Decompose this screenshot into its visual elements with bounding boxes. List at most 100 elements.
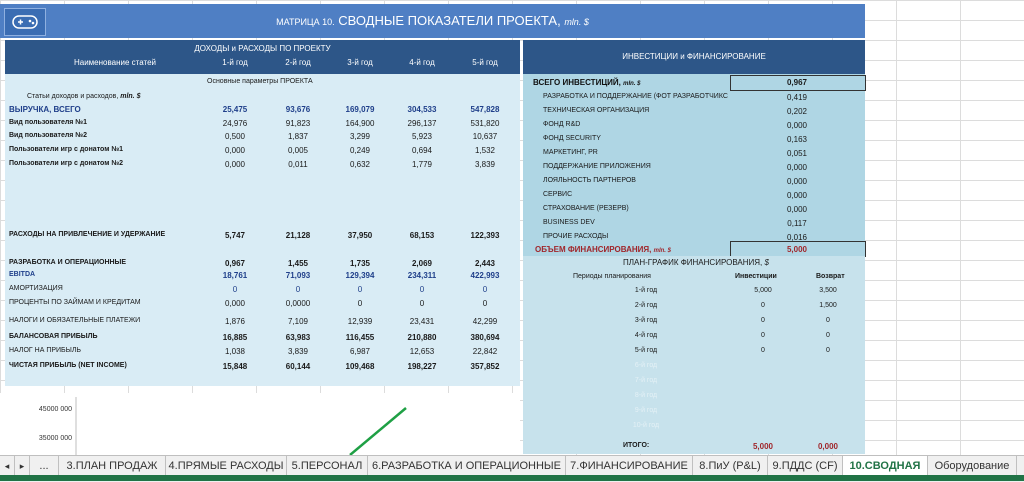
- row-value[interactable]: 0: [205, 285, 265, 294]
- row-value[interactable]: 60,144: [268, 362, 328, 371]
- tab-equipment[interactable]: Оборудование: [928, 456, 1017, 476]
- row-value[interactable]: 109,468: [330, 362, 390, 371]
- row-value[interactable]: 16,885: [205, 333, 265, 342]
- row-value[interactable]: 296,137: [392, 119, 452, 128]
- row-value[interactable]: 37,950: [330, 231, 390, 240]
- row-label[interactable]: ЧИСТАЯ ПРИБЫЛЬ (NET INCOME): [9, 362, 127, 369]
- row-value[interactable]: 2,069: [392, 259, 452, 268]
- row-value[interactable]: 0,249: [330, 146, 390, 155]
- investment-item-label[interactable]: ЛОЯЛЬНОСТЬ ПАРТНЕРОВ: [543, 177, 636, 184]
- row-value[interactable]: 1,038: [205, 347, 265, 356]
- tab-pnl[interactable]: 8.ПиУ (P&L): [693, 456, 768, 476]
- tab-more[interactable]: ...: [30, 456, 59, 476]
- tab-personnel[interactable]: 5.ПЕРСОНАЛ: [287, 456, 368, 476]
- row-value[interactable]: 0,000: [205, 146, 265, 155]
- row-label[interactable]: НАЛОГ НА ПРИБЫЛЬ: [9, 347, 81, 354]
- row-value[interactable]: 0,632: [330, 160, 390, 169]
- row-value[interactable]: 68,153: [392, 231, 452, 240]
- row-value[interactable]: 91,823: [268, 119, 328, 128]
- schedule-period[interactable]: 5-й год: [621, 347, 671, 354]
- schedule-return[interactable]: 1,500: [798, 302, 858, 309]
- schedule-period-faded[interactable]: 9-й год: [621, 407, 671, 414]
- schedule-return[interactable]: 3,500: [798, 287, 858, 294]
- row-label[interactable]: БАЛАНСОВАЯ ПРИБЫЛЬ: [9, 333, 98, 340]
- row-label[interactable]: Вид пользователя №1: [9, 119, 87, 126]
- row-value[interactable]: 0: [392, 285, 452, 294]
- investment-item-value[interactable]: 0,051: [730, 149, 864, 158]
- row-value[interactable]: 0,694: [392, 146, 452, 155]
- row-value[interactable]: 21,128: [268, 231, 328, 240]
- investment-item-label[interactable]: РАЗРАБОТКА И ПОДДЕРЖАНИЕ (ФОТ РАЗРАБОТЧИ…: [543, 93, 728, 100]
- row-label[interactable]: Пользователи игр с донатом №2: [9, 160, 123, 167]
- row-value[interactable]: 198,227: [392, 362, 452, 371]
- row-value[interactable]: 531,820: [455, 119, 515, 128]
- schedule-period[interactable]: 4-й год: [621, 332, 671, 339]
- row-label[interactable]: РАСХОДЫ НА ПРИВЛЕЧЕНИЕ И УДЕРЖАНИЕ: [9, 231, 165, 238]
- investment-item-value[interactable]: 0,000: [730, 191, 864, 200]
- row-value[interactable]: 0,000: [205, 299, 265, 308]
- row-value[interactable]: 422,993: [455, 271, 515, 280]
- row-value[interactable]: 71,093: [268, 271, 328, 280]
- schedule-investment[interactable]: 0: [733, 302, 793, 309]
- row-value[interactable]: 0,005: [268, 146, 328, 155]
- row-value[interactable]: 93,676: [268, 105, 328, 114]
- row-value[interactable]: 18,761: [205, 271, 265, 280]
- row-value[interactable]: 0: [330, 299, 390, 308]
- row-value[interactable]: 169,079: [330, 105, 390, 114]
- schedule-period[interactable]: 2-й год: [621, 302, 671, 309]
- row-value[interactable]: 0: [455, 299, 515, 308]
- tab-financing[interactable]: 7.ФИНАНСИРОВАНИЕ: [566, 456, 693, 476]
- schedule-investment[interactable]: 0: [733, 347, 793, 354]
- row-label[interactable]: Вид пользователя №2: [9, 132, 87, 139]
- investment-item-label[interactable]: ФОНД SECURITY: [543, 135, 601, 142]
- row-value[interactable]: 3,839: [455, 160, 515, 169]
- scroll-left-icon[interactable]: ◂: [0, 456, 15, 476]
- row-value[interactable]: 0: [392, 299, 452, 308]
- row-value[interactable]: 357,852: [455, 362, 515, 371]
- row-value[interactable]: 1,455: [268, 259, 328, 268]
- investment-item-value[interactable]: 0,202: [730, 107, 864, 116]
- row-value[interactable]: 380,694: [455, 333, 515, 342]
- row-label[interactable]: РАЗРАБОТКА И ОПЕРАЦИОННЫЕ: [9, 259, 126, 266]
- schedule-period[interactable]: 1-й год: [621, 287, 671, 294]
- schedule-period-faded[interactable]: 10-й год: [621, 422, 671, 429]
- row-value[interactable]: 12,939: [330, 317, 390, 326]
- investment-item-label[interactable]: ФОНД R&D: [543, 121, 580, 128]
- row-value[interactable]: 1,532: [455, 146, 515, 155]
- tab-sales-plan[interactable]: 3.ПЛАН ПРОДАЖ: [59, 456, 166, 476]
- investment-item-label[interactable]: МАРКЕТИНГ, PR: [543, 149, 598, 156]
- schedule-period-faded[interactable]: 6-й год: [621, 362, 671, 369]
- row-value[interactable]: 547,828: [455, 105, 515, 114]
- investment-item-value[interactable]: 0,117: [730, 219, 864, 228]
- row-value[interactable]: 22,842: [455, 347, 515, 356]
- row-value[interactable]: 0,500: [205, 132, 265, 141]
- row-label[interactable]: АМОРТИЗАЦИЯ: [9, 285, 63, 292]
- row-value[interactable]: 24,976: [205, 119, 265, 128]
- row-label[interactable]: EBITDA: [9, 271, 35, 278]
- investment-item-label[interactable]: ПОДДЕРЖАНИЕ ПРИЛОЖЕНИЯ: [543, 163, 651, 170]
- investment-item-label[interactable]: СТРАХОВАНИЕ (РЕЗЕРВ): [543, 205, 629, 212]
- scroll-right-icon[interactable]: ▸: [15, 456, 30, 476]
- row-label[interactable]: ПРОЦЕНТЫ ПО ЗАЙМАМ И КРЕДИТАМ: [9, 299, 141, 306]
- row-label[interactable]: Пользователи игр с донатом №1: [9, 146, 123, 153]
- row-value[interactable]: 129,394: [330, 271, 390, 280]
- row-value[interactable]: 0,967: [205, 259, 265, 268]
- row-value[interactable]: 0,0000: [268, 299, 328, 308]
- row-value[interactable]: 42,299: [455, 317, 515, 326]
- schedule-period-faded[interactable]: 7-й год: [621, 377, 671, 384]
- row-value[interactable]: 15,848: [205, 362, 265, 371]
- investment-item-label[interactable]: ПРОЧИЕ РАСХОДЫ: [543, 233, 608, 240]
- row-value[interactable]: 6,987: [330, 347, 390, 356]
- schedule-return[interactable]: 0: [798, 332, 858, 339]
- row-value[interactable]: 0: [455, 285, 515, 294]
- row-value[interactable]: 0,000: [205, 160, 265, 169]
- row-value[interactable]: 12,653: [392, 347, 452, 356]
- investment-item-value[interactable]: 0,000: [730, 205, 864, 214]
- row-value[interactable]: 1,837: [268, 132, 328, 141]
- row-label[interactable]: ВЫРУЧКА, ВСЕГО: [9, 105, 81, 114]
- row-value[interactable]: 164,900: [330, 119, 390, 128]
- row-value[interactable]: 1,779: [392, 160, 452, 169]
- row-value[interactable]: 1,876: [205, 317, 265, 326]
- investment-item-label[interactable]: BUSINESS DEV: [543, 219, 595, 226]
- investment-item-value[interactable]: 0,163: [730, 135, 864, 144]
